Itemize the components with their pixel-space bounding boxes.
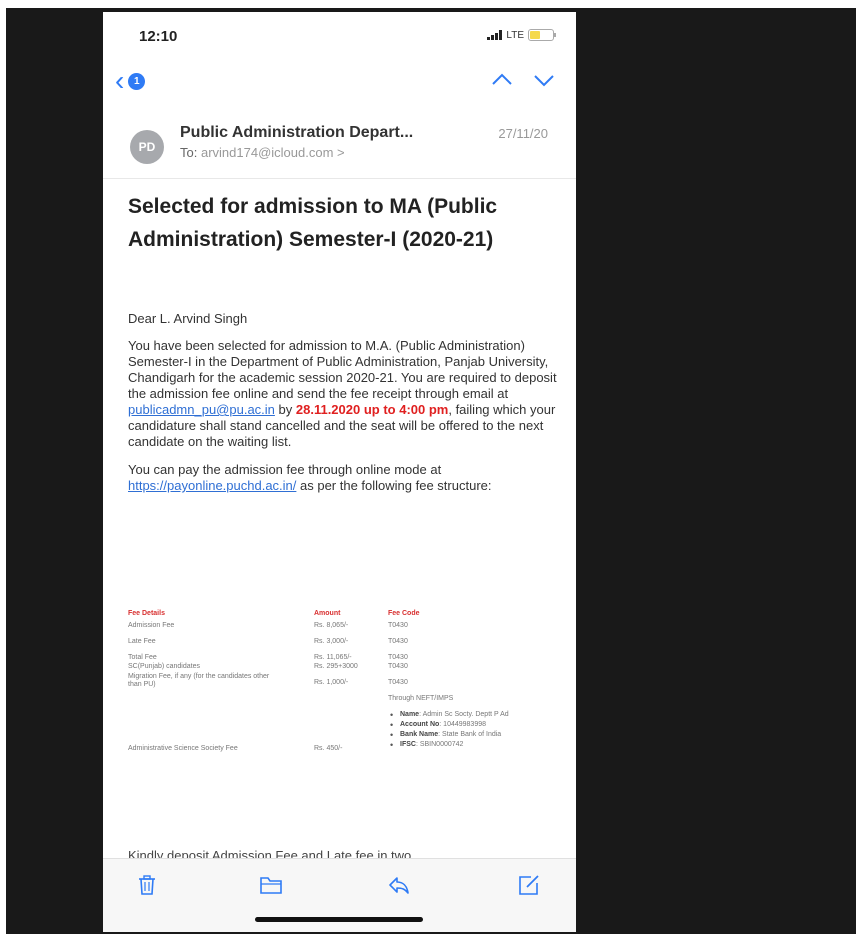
table-cell: T0430 <box>388 654 408 661</box>
recipient-address[interactable]: arvind174@icloud.com > <box>201 145 345 160</box>
table-cell: T0430 <box>388 638 408 645</box>
unread-badge: 1 <box>128 72 146 90</box>
bank-detail-key: IFSC <box>400 741 416 748</box>
nav-bar: ‹ 1 <box>103 65 576 98</box>
paragraph-text: as per the following fee structure: <box>296 478 492 493</box>
bank-details-list: Name: Admin Sc Socty. Deptt P Ad Account… <box>390 711 540 751</box>
mail-screen: 12:10 LTE ‹ 1 PD Public Administration D… <box>103 12 576 932</box>
battery-icon <box>528 29 556 41</box>
table-row: SC(Punjab) candidates Rs. 295+3000 T0430 <box>128 663 558 673</box>
table-cell: T0430 <box>388 663 408 670</box>
table-cell: Through NEFT/IMPS <box>388 695 454 702</box>
chevron-up-icon[interactable] <box>490 68 514 92</box>
mail-subject: Selected for admission to MA (Public Adm… <box>128 195 498 251</box>
status-indicators: LTE <box>487 29 556 41</box>
table-row: Total Fee Rs. 11,065/- T0430 <box>128 654 558 663</box>
bank-detail-value: : 10449983998 <box>439 721 486 728</box>
table-cell: Admission Fee <box>128 622 175 629</box>
bank-detail-key: Name <box>400 711 420 718</box>
trash-icon[interactable] <box>135 873 159 897</box>
table-cell: Rs. 8,065/- <box>314 622 349 629</box>
list-item: Bank Name: State Bank of India <box>390 731 540 739</box>
table-cell: SC(Punjab) candidates <box>128 663 200 670</box>
table-cell: Rs. 3,000/- <box>314 638 349 645</box>
status-time: 12:10 <box>139 28 178 45</box>
recipient-line[interactable]: To: arvind174@icloud.com > <box>180 145 345 160</box>
list-item: IFSC: SBIN0000742 <box>390 741 540 749</box>
list-item: Name: Admin Sc Socty. Deptt P Ad <box>390 711 540 719</box>
sender-name[interactable]: Public Administration Depart... <box>180 124 413 142</box>
table-row: Late Fee Rs. 3,000/- T0430 <box>128 638 558 654</box>
folder-icon[interactable] <box>259 873 283 897</box>
email-link[interactable]: publicadmn_pu@pu.ac.in <box>128 402 275 417</box>
table-cell: T0430 <box>388 679 408 686</box>
signal-icon <box>487 30 503 40</box>
table-cell: T0430 <box>388 622 408 629</box>
fee-table: Fee Details Amount Fee Code Admission Fe… <box>128 610 558 795</box>
status-bar: 12:10 LTE <box>103 12 576 56</box>
table-cell: Administrative Science Society Fee <box>128 745 238 752</box>
chevron-left-icon: ‹ <box>115 65 125 96</box>
table-row: Migration Fee, if any (for the candidate… <box>128 673 558 691</box>
mail-header: PD Public Administration Depart... 27/11… <box>103 110 576 179</box>
to-label: To: <box>180 145 198 160</box>
body-paragraph: You have been selected for admission to … <box>128 338 558 450</box>
table-row: Administrative Science Society Fee Rs. 4… <box>128 705 558 795</box>
paragraph-text: You can pay the admission fee through on… <box>128 462 442 477</box>
bottom-toolbar <box>103 858 576 932</box>
table-header: Fee Details Amount Fee Code <box>128 610 558 622</box>
table-cell: Rs. 1,000/- <box>314 679 349 686</box>
back-button[interactable]: ‹ 1 <box>115 65 146 96</box>
paragraph-text: by <box>274 402 296 417</box>
compose-icon[interactable] <box>517 873 541 897</box>
table-cell: Rs. 450/- <box>314 745 343 752</box>
payment-link[interactable]: https://payonline.puchd.ac.in/ <box>128 478 296 493</box>
table-cell: Total Fee <box>128 654 157 661</box>
bank-detail-value: : Admin Sc Socty. Deptt P Ad <box>419 711 509 718</box>
bank-detail-value: : SBIN0000742 <box>415 741 464 748</box>
payment-paragraph: You can pay the admission fee through on… <box>128 462 558 494</box>
table-cell: Migration Fee, if any (for the candidate… <box>128 673 270 688</box>
chevron-down-icon[interactable] <box>532 68 556 92</box>
home-indicator[interactable] <box>255 917 423 922</box>
mail-body: Selected for admission to MA (Public Adm… <box>128 190 558 494</box>
table-header-cell: Fee Code <box>388 610 420 617</box>
mail-date: 27/11/20 <box>498 126 548 141</box>
bank-detail-value: : State Bank of India <box>438 731 502 738</box>
table-row: Admission Fee Rs. 8,065/- T0430 <box>128 622 558 638</box>
list-item: Account No: 10449983998 <box>390 721 540 729</box>
table-cell: Late Fee <box>128 638 156 645</box>
bank-detail-key: Bank Name <box>400 731 439 738</box>
table-cell: Rs. 295+3000 <box>314 663 358 670</box>
reply-icon[interactable] <box>387 873 411 897</box>
table-header-cell: Amount <box>314 610 341 617</box>
bank-detail-key: Account No <box>400 721 440 728</box>
deadline-text: 28.11.2020 up to 4:00 pm <box>295 402 449 417</box>
sender-avatar[interactable]: PD <box>130 130 164 164</box>
table-header-cell: Fee Details <box>128 610 165 617</box>
paragraph-text: You have been selected for admission to … <box>128 338 557 401</box>
table-row: Through NEFT/IMPS <box>128 691 558 705</box>
greeting: Dear L. Arvind Singh <box>128 311 248 326</box>
message-navigation <box>490 68 556 92</box>
table-cell: Rs. 11,065/- <box>314 654 352 661</box>
network-label: LTE <box>506 29 524 41</box>
